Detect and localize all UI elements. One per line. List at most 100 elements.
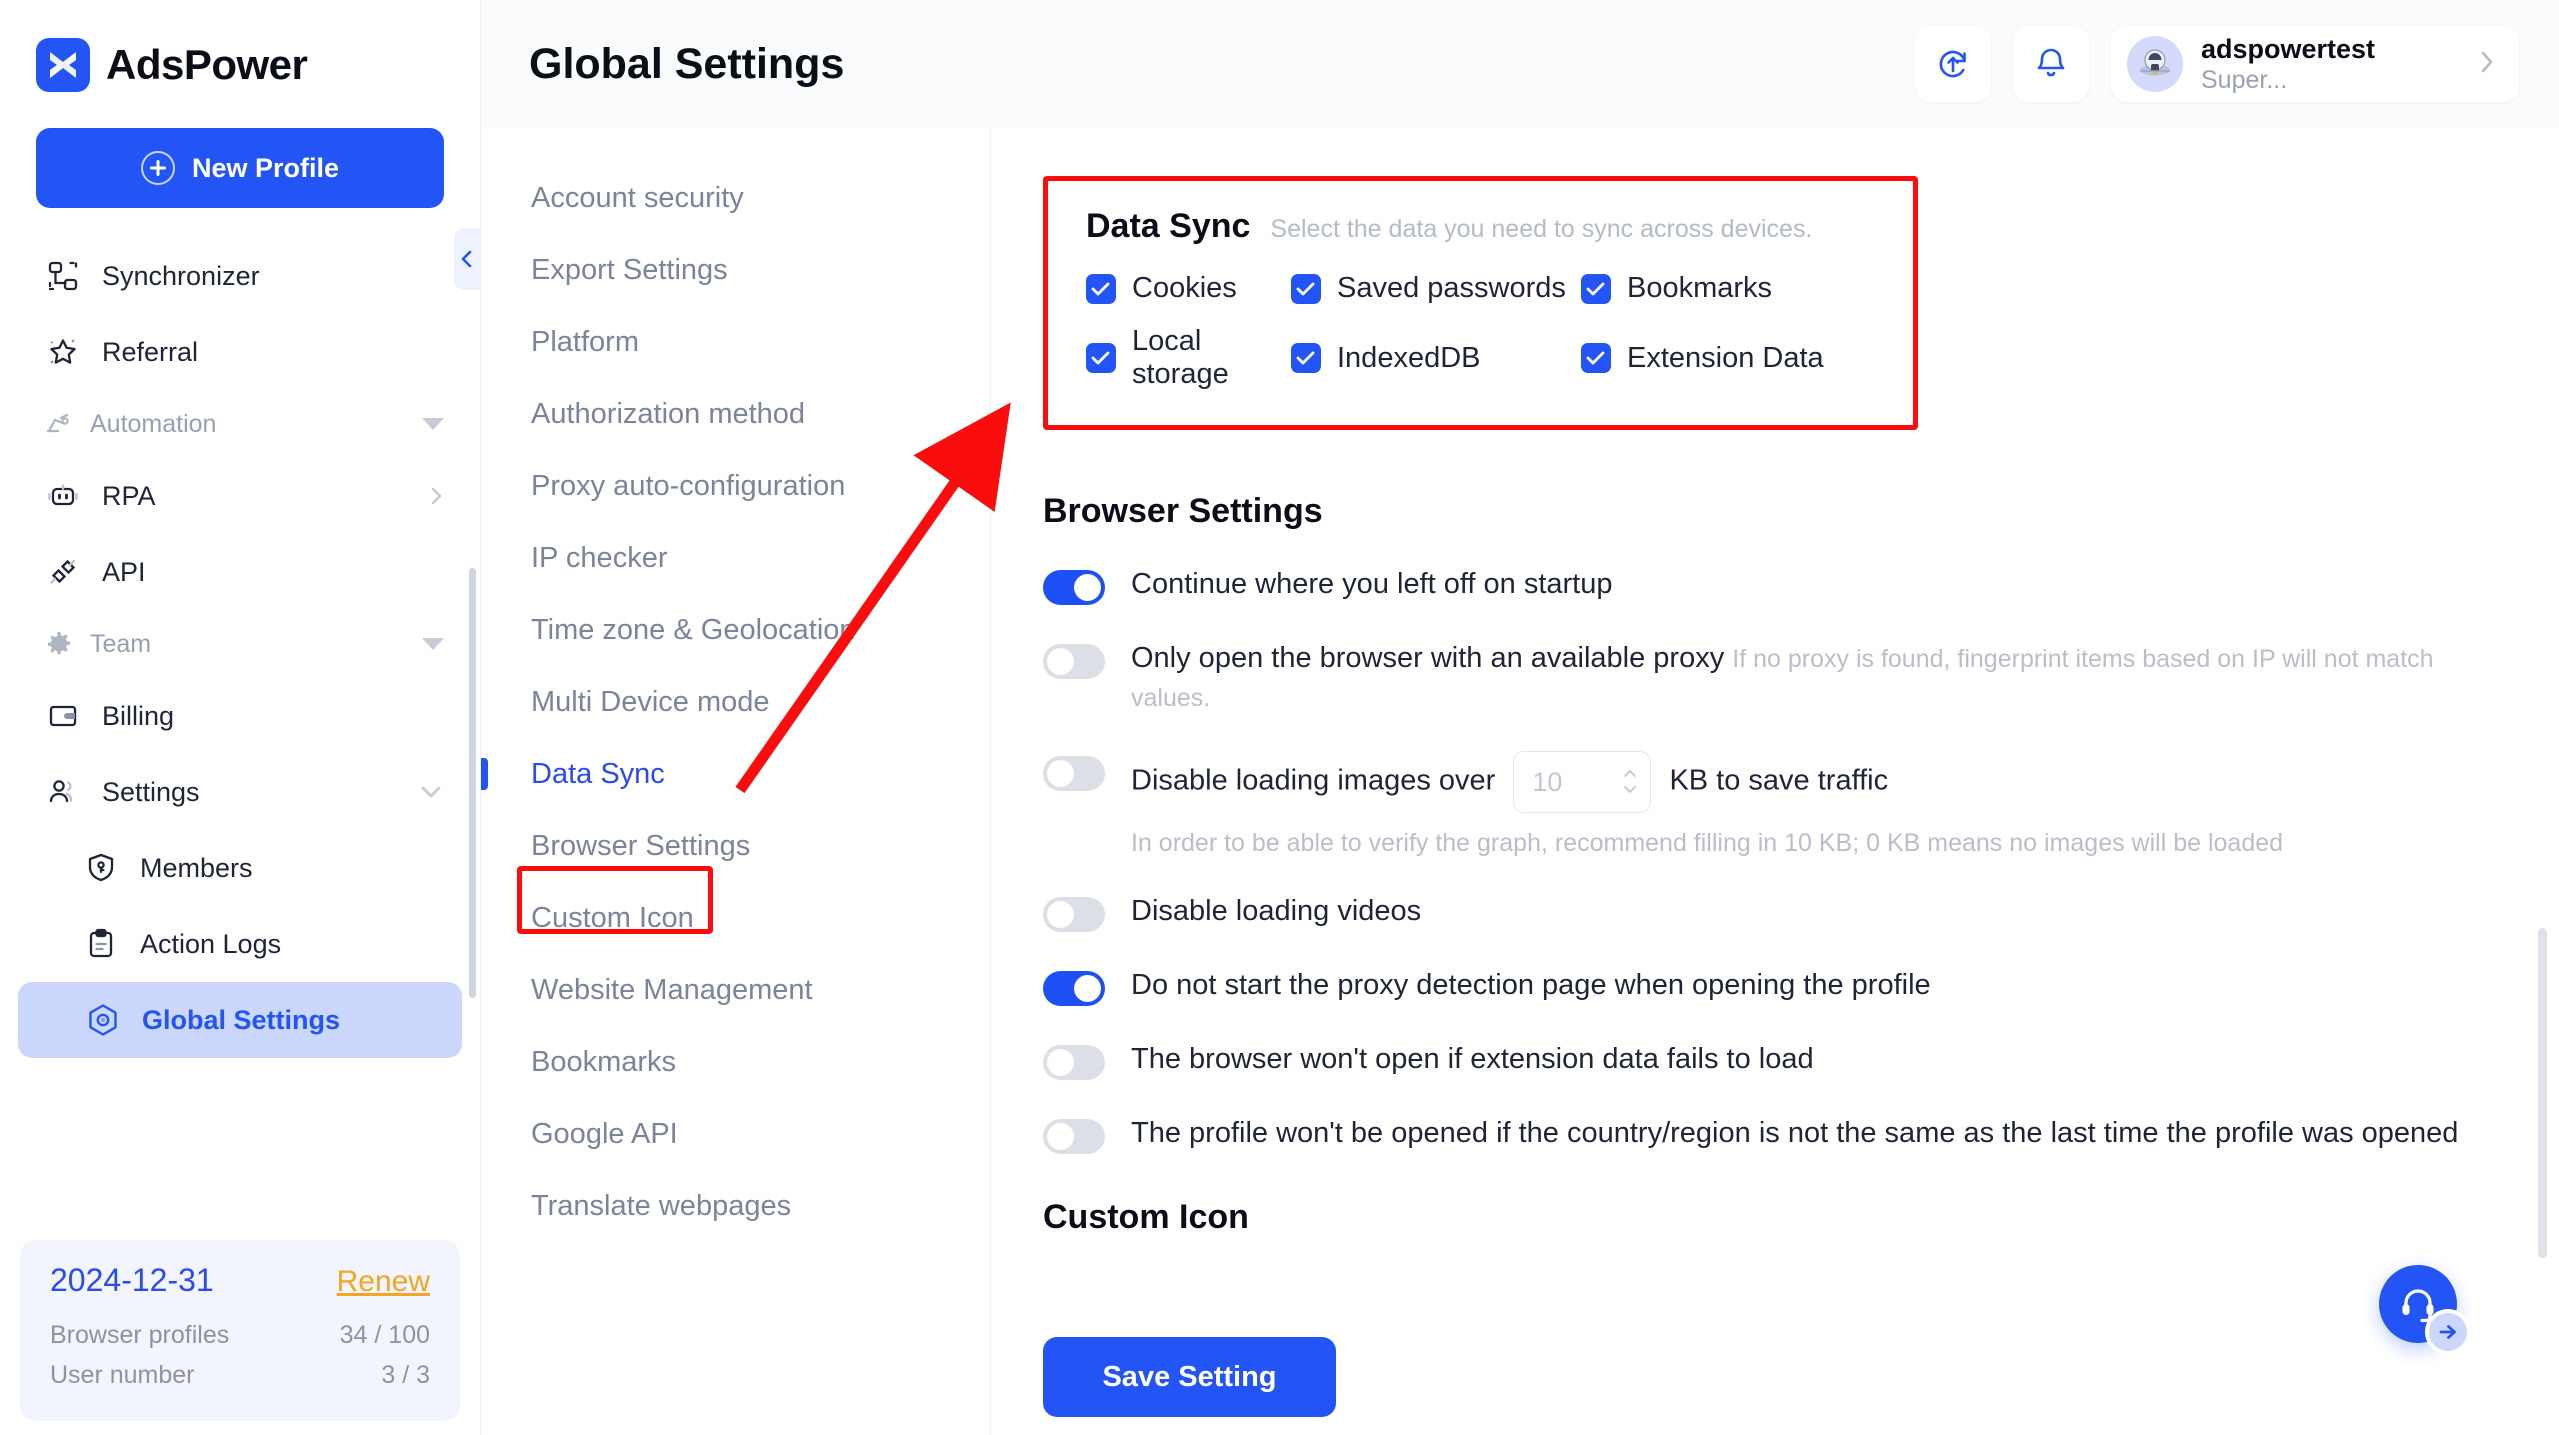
subscription-card: 2024-12-31 Renew Browser profiles 34 / 1…: [20, 1240, 460, 1421]
clipboard-icon: [82, 925, 120, 963]
sidebar-item-api[interactable]: API: [0, 534, 480, 610]
sidebar-item-rpa[interactable]: RPA: [0, 458, 480, 534]
settings-content: Account security Export Settings Platfor…: [481, 128, 2559, 1435]
sidebar-collapse-button[interactable]: [454, 228, 480, 290]
toggle-no-proxy-detection-page[interactable]: [1043, 970, 1105, 1006]
setting-label: The browser won't open if extension data…: [1131, 1042, 1814, 1075]
settings-menu-item-account-security[interactable]: Account security: [481, 162, 990, 234]
new-profile-button[interactable]: New Profile: [36, 128, 444, 208]
checkbox-local-storage[interactable]: Local storage: [1086, 325, 1291, 391]
stepper-arrows: [1622, 768, 1638, 795]
sync-upload-button[interactable]: [1915, 26, 1991, 102]
settings-menu-item-data-sync[interactable]: Data Sync: [481, 738, 990, 810]
caret-down-icon[interactable]: [422, 638, 444, 650]
sidebar-item-referral[interactable]: Referral: [0, 314, 480, 390]
settings-menu-item-google-api[interactable]: Google API: [481, 1098, 990, 1170]
sidebar-item-settings[interactable]: Settings: [0, 754, 480, 830]
adspower-logo-icon: [36, 38, 90, 92]
sidebar-scrollbar[interactable]: [469, 568, 476, 998]
settings-menu-label: Data Sync: [531, 757, 665, 790]
check-icon: [1581, 343, 1611, 373]
settings-menu: Account security Export Settings Platfor…: [481, 128, 991, 1435]
toggle-continue-where-left-off[interactable]: [1043, 570, 1105, 605]
hexagon-icon: [84, 1001, 122, 1039]
setting-label-after: KB to save traffic: [1669, 764, 1889, 797]
checkbox-label: Cookies: [1132, 272, 1237, 304]
image-size-input[interactable]: 10: [1532, 764, 1562, 800]
toggle-block-on-extension-failure[interactable]: [1043, 1044, 1105, 1080]
renew-link[interactable]: Renew: [337, 1265, 430, 1299]
sidebar-item-label: Billing: [102, 700, 175, 731]
setting-label: Disable loading videos: [1131, 894, 1422, 927]
sidebar-item-label: RPA: [102, 480, 156, 511]
pane-scrollbar[interactable]: [2538, 928, 2547, 1258]
settings-menu-item-website-management[interactable]: Website Management: [481, 954, 990, 1026]
checkbox-label: Saved passwords: [1337, 272, 1566, 304]
checkbox-cookies[interactable]: Cookies: [1086, 272, 1291, 305]
custom-icon-section-title: Custom Icon: [1043, 1197, 1249, 1236]
support-chat-button[interactable]: [2379, 1265, 2471, 1355]
setting-label: The profile won't be opened if the count…: [1131, 1116, 2459, 1149]
robot-icon: [44, 477, 82, 515]
settings-menu-item-authorization-method[interactable]: Authorization method: [481, 378, 990, 450]
chevron-down-icon[interactable]: [418, 784, 444, 800]
check-icon: [1291, 273, 1321, 304]
settings-menu-label: Bookmarks: [531, 1045, 677, 1078]
caret-down-icon[interactable]: [422, 418, 444, 430]
data-sync-subtitle: Select the data you need to sync across …: [1270, 215, 1813, 243]
sidebar-item-label: Action Logs: [140, 928, 282, 959]
notifications-button[interactable]: [2013, 26, 2089, 102]
sidebar-group-label: Automation: [90, 409, 217, 438]
sidebar-item-members[interactable]: Members: [0, 830, 480, 906]
checkbox-bookmarks[interactable]: Bookmarks: [1581, 272, 1772, 305]
sidebar-item-synchronizer[interactable]: Synchronizer: [0, 238, 480, 314]
user-meta: adspowertest Super...: [2201, 34, 2459, 95]
plus-icon: [140, 151, 175, 185]
wallet-icon: [44, 697, 82, 735]
setting-label: Do not start the proxy detection page wh…: [1131, 968, 1931, 1001]
settings-menu-item-ip-checker[interactable]: IP checker: [481, 522, 990, 594]
settings-menu-item-platform[interactable]: Platform: [481, 306, 990, 378]
plug-icon: [44, 553, 82, 591]
settings-menu-item-custom-icon[interactable]: Custom Icon: [481, 882, 990, 954]
settings-menu-item-browser-settings[interactable]: Browser Settings: [481, 810, 990, 882]
sidebar: AdsPower New Profile Synchronizer Referr…: [0, 0, 481, 1435]
settings-menu-label: Platform: [531, 325, 639, 358]
settings-menu-item-proxy-auto-configuration[interactable]: Proxy auto-configuration: [481, 450, 990, 522]
subscription-row-value: 34 / 100: [339, 1321, 430, 1349]
sidebar-item-billing[interactable]: Billing: [0, 678, 480, 754]
sidebar-item-global-settings[interactable]: Global Settings: [18, 982, 462, 1058]
check-icon: [1086, 343, 1116, 373]
settings-menu-item-time-zone-geolocation[interactable]: Time zone & Geolocation: [481, 594, 990, 666]
settings-menu-item-export-settings[interactable]: Export Settings: [481, 234, 990, 306]
checkbox-extension-data[interactable]: Extension Data: [1581, 325, 1824, 391]
checkbox-saved-passwords[interactable]: Saved passwords: [1291, 272, 1581, 305]
astronaut-avatar-icon: [2127, 36, 2183, 92]
settings-menu-item-translate-webpages[interactable]: Translate webpages: [481, 1170, 990, 1242]
settings-menu-item-multi-device-mode[interactable]: Multi Device mode: [481, 666, 990, 738]
setting-disable-loading-videos: Disable loading videos: [1043, 892, 2469, 932]
chevron-right-icon: [2477, 46, 2497, 83]
settings-menu-label: Multi Device mode: [531, 685, 770, 718]
setting-disable-loading-images: Disable loading images over 10 KB to sav…: [1043, 750, 2469, 813]
toggle-only-open-with-proxy[interactable]: [1043, 644, 1105, 679]
subscription-expiry-date: 2024-12-31: [50, 1262, 214, 1298]
checkbox-indexeddb[interactable]: IndexedDB: [1291, 325, 1581, 391]
sidebar-item-label: Members: [140, 852, 253, 883]
settings-menu-item-bookmarks[interactable]: Bookmarks: [481, 1026, 990, 1098]
toggle-disable-loading-images[interactable]: [1043, 755, 1105, 791]
sidebar-group-team[interactable]: Team: [0, 610, 480, 678]
sidebar-item-label: Settings: [102, 776, 200, 807]
sidebar-group-automation[interactable]: Automation: [0, 390, 480, 458]
chevron-right-icon[interactable]: [429, 484, 444, 508]
user-menu-button[interactable]: adspowertest Super...: [2111, 26, 2519, 102]
checkbox-label: Local storage: [1132, 325, 1229, 390]
image-size-stepper[interactable]: 10: [1513, 750, 1652, 813]
subscription-row-label: User number: [50, 1361, 195, 1389]
save-setting-button[interactable]: Save Setting: [1043, 1337, 1336, 1417]
toggle-disable-loading-videos[interactable]: [1043, 896, 1105, 932]
sidebar-item-action-logs[interactable]: Action Logs: [0, 906, 480, 982]
toggle-block-on-country-mismatch[interactable]: [1043, 1118, 1105, 1154]
arrow-right-icon: [2429, 1313, 2467, 1351]
automation-icon: [44, 409, 74, 439]
